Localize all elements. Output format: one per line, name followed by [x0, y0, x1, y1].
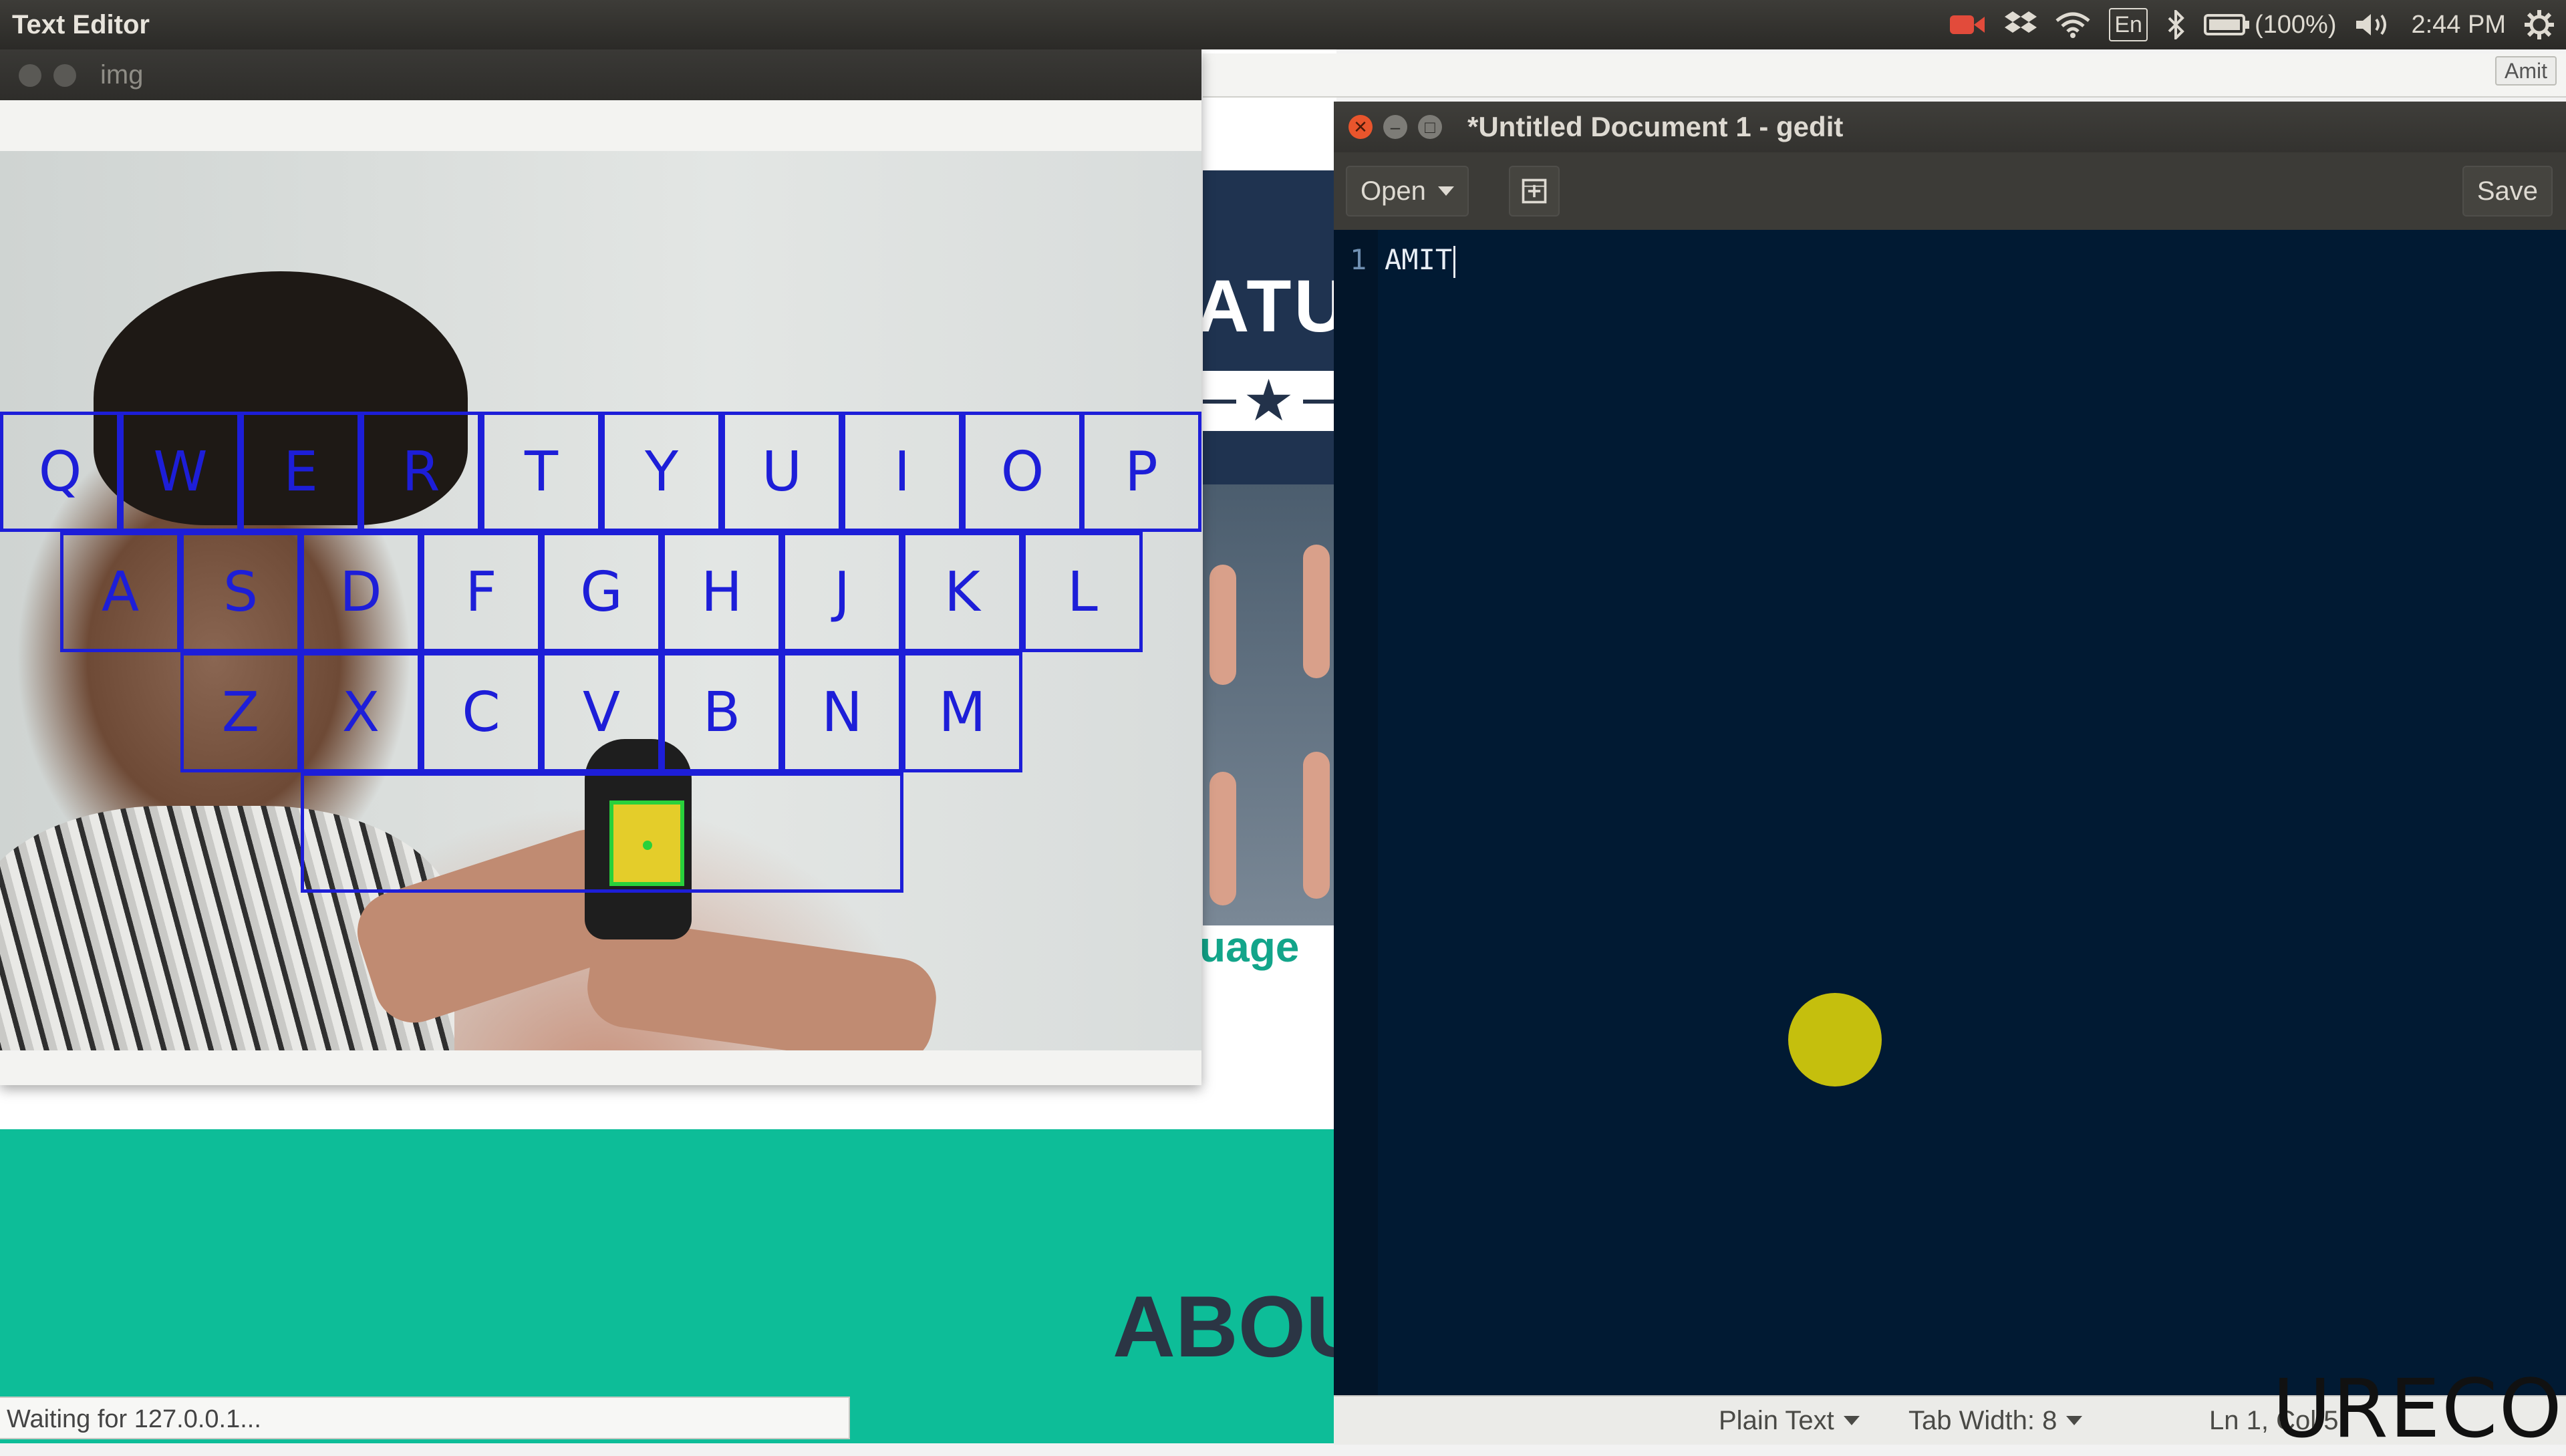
active-app-title: Text Editor [12, 9, 150, 39]
key[interactable]: Q [0, 412, 120, 532]
key[interactable]: G [541, 532, 662, 652]
close-button[interactable]: ✕ [1348, 115, 1373, 139]
key[interactable]: T [481, 412, 601, 532]
key[interactable]: N [782, 652, 902, 772]
minimize-button[interactable] [53, 64, 76, 87]
img-window: img Q W E R T Y U I O P A S D F G H J K [0, 49, 1201, 1085]
record-icon[interactable] [1949, 6, 1986, 43]
key[interactable]: F [421, 532, 541, 652]
keyboard-layout-indicator[interactable]: En [2109, 8, 2148, 41]
key[interactable]: U [722, 412, 842, 532]
key[interactable]: M [902, 652, 1022, 772]
key[interactable]: E [241, 412, 361, 532]
new-document-icon [1522, 178, 1547, 204]
key[interactable]: B [662, 652, 782, 772]
key[interactable]: H [662, 532, 782, 652]
web-sign-language-image [1203, 484, 1336, 925]
browser-status-text: Waiting for 127.0.0.1... [0, 1397, 850, 1439]
gedit-toolbar: Open Save [1334, 152, 2566, 231]
key[interactable]: A [60, 532, 180, 652]
key[interactable]: D [301, 532, 421, 652]
bluetooth-icon[interactable] [2166, 6, 2185, 43]
window-title: *Untitled Document 1 - gedit [1467, 111, 1844, 142]
volume-icon[interactable] [2355, 6, 2392, 43]
key[interactable]: I [842, 412, 962, 532]
key[interactable]: O [962, 412, 1083, 532]
syntax-label: Plain Text [1719, 1405, 1834, 1435]
key[interactable]: K [902, 532, 1022, 652]
battery-indicator[interactable]: (100%) [2203, 6, 2337, 43]
open-label: Open [1361, 176, 1426, 206]
text-caret [1453, 245, 1456, 278]
web-star-divider: ★ [1203, 371, 1336, 431]
minimize-button[interactable]: – [1383, 115, 1407, 139]
virtual-keyboard: Q W E R T Y U I O P A S D F G H J K L Z … [0, 151, 1201, 1050]
line-number-gutter [1334, 230, 1378, 1395]
line-number: 1 [1350, 243, 1367, 276]
pointer-cursor-dot [1788, 993, 1882, 1086]
battery-percent: (100%) [2254, 10, 2337, 39]
key[interactable]: P [1081, 412, 1201, 532]
close-button[interactable] [19, 64, 41, 87]
key[interactable]: J [782, 532, 902, 652]
tab-width-selector[interactable]: Tab Width: 8 [1908, 1397, 2083, 1445]
battery-icon [2203, 14, 2249, 35]
user-account-chip[interactable]: Amit [2495, 56, 2557, 86]
chevron-down-icon [1437, 186, 1454, 196]
tracked-marker [609, 800, 684, 886]
web-heading-fragment: ATU [1196, 265, 1336, 347]
camera-frame: Q W E R T Y U I O P A S D F G H J K L Z … [0, 151, 1201, 1050]
key[interactable]: Y [601, 412, 722, 532]
watermark-text: URECO [2272, 1363, 2563, 1456]
key[interactable]: L [1022, 532, 1143, 652]
gedit-window: ✕ – □ *Untitled Document 1 - gedit Open … [1334, 102, 2566, 1445]
key[interactable]: X [301, 652, 421, 772]
system-top-bar: Text Editor En (100%) 2:44 PM [0, 0, 2566, 49]
star-icon: ★ [1243, 369, 1295, 433]
key[interactable]: Z [180, 652, 301, 772]
key[interactable]: W [120, 412, 241, 532]
chevron-down-icon [2066, 1416, 2083, 1425]
key[interactable]: C [421, 652, 541, 772]
dropbox-icon[interactable] [2005, 6, 2037, 43]
web-about-heading-fragment: ABOU [1113, 1278, 1369, 1375]
chevron-down-icon [1843, 1416, 1860, 1425]
text-line-content: AMIT [1385, 243, 1453, 276]
new-tab-button[interactable] [1509, 166, 1560, 216]
clock[interactable]: 2:44 PM [2411, 6, 2506, 43]
key[interactable]: S [180, 532, 301, 652]
save-button[interactable]: Save [2462, 166, 2553, 216]
web-language-text-fragment: uage [1199, 923, 1300, 971]
maximize-button[interactable]: □ [1418, 115, 1442, 139]
marker-center-dot [643, 841, 652, 850]
text-editor-area[interactable]: 1 AMIT [1334, 230, 2566, 1395]
spacebar-key[interactable] [301, 772, 903, 893]
gedit-titlebar[interactable]: ✕ – □ *Untitled Document 1 - gedit [1334, 102, 2566, 152]
key[interactable]: R [361, 412, 481, 532]
tab-width-label: Tab Width: 8 [1908, 1405, 2057, 1435]
power-gear-icon[interactable] [2525, 6, 2554, 43]
text-line[interactable]: AMIT [1385, 243, 1456, 278]
wifi-icon[interactable] [2055, 6, 2090, 43]
syntax-selector[interactable]: Plain Text [1719, 1397, 1860, 1445]
img-window-titlebar[interactable]: img [0, 49, 1201, 100]
browser-toolbar-strip [1203, 53, 2566, 98]
window-title: img [100, 60, 144, 90]
open-button[interactable]: Open [1346, 166, 1469, 216]
key[interactable]: V [541, 652, 662, 772]
